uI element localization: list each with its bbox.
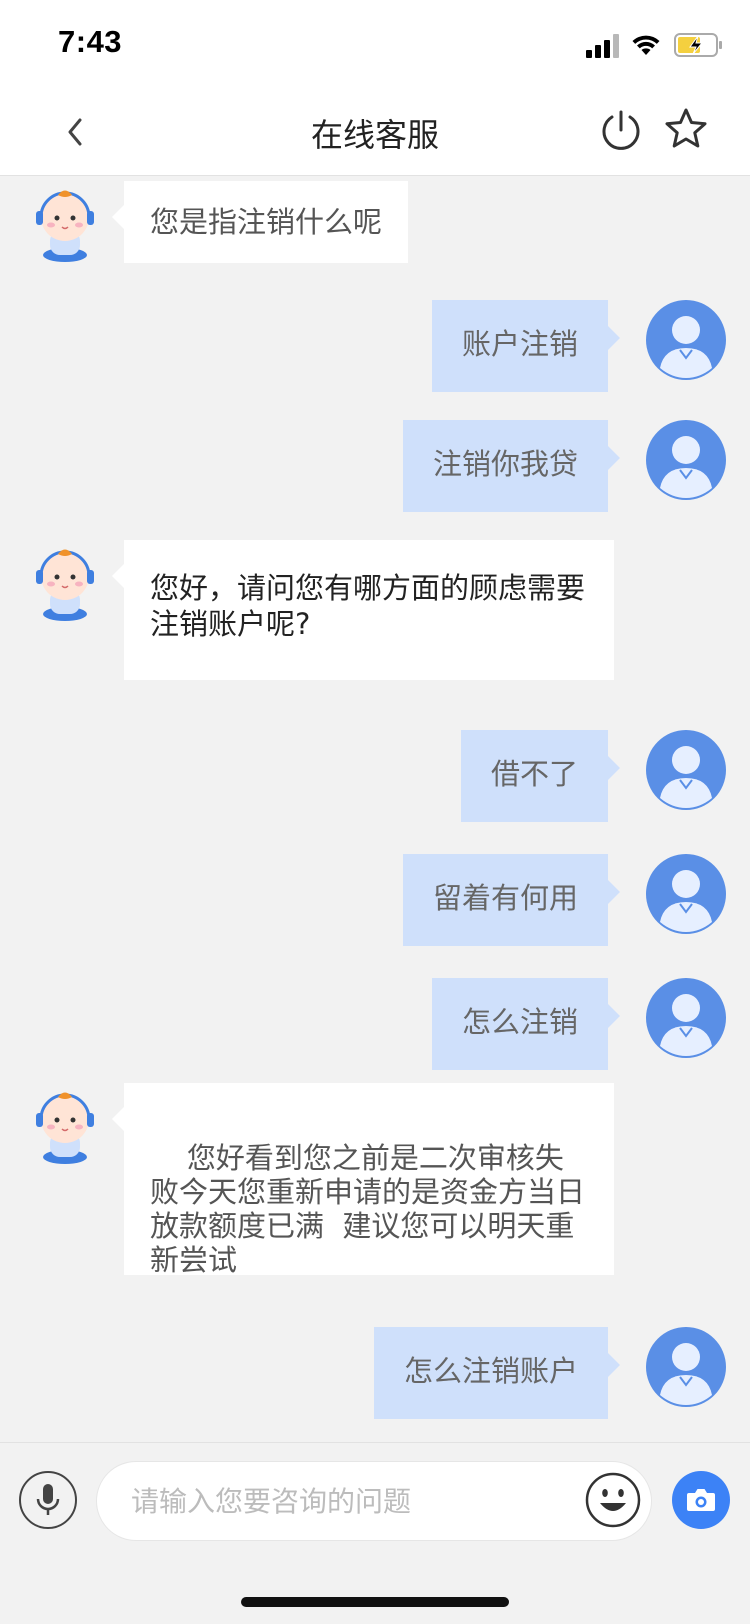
user-avatar <box>646 420 726 500</box>
message-text: 您好，请问您有哪方面的顾虑需要注销账户呢? <box>150 571 586 641</box>
message-text: 怎么注销账户 <box>403 1354 578 1388</box>
user-avatar <box>646 1327 726 1407</box>
message-text: 您好看到您之前是二次审核失败今天您重新申请的是资金方当日放款额度已满 建议您可以… <box>150 1141 586 1277</box>
home-indicator[interactable] <box>241 1597 509 1607</box>
user-avatar <box>646 854 726 934</box>
power-icon[interactable] <box>599 108 643 152</box>
bot-message-bubble: 您是指注销什么呢 <box>111 181 409 263</box>
user-avatar <box>646 978 726 1058</box>
user-message-bubble: 借不了 <box>460 730 621 822</box>
bot-avatar <box>36 549 94 621</box>
status-time: 7:43 <box>58 24 123 59</box>
star-icon[interactable] <box>663 106 709 152</box>
user-avatar <box>646 730 726 810</box>
status-bar: 7:43 <box>0 0 750 90</box>
voice-input-button[interactable] <box>19 1471 77 1529</box>
nav-bar: 在线客服 <box>0 90 750 176</box>
chat-message-list[interactable]: 您是指注销什么呢 账户注销 注销你我贷 您好，请问您有哪方面的顾虑需要注销账户呢 <box>0 177 750 1442</box>
message-text: 账户注销 <box>461 327 578 361</box>
camera-button[interactable] <box>672 1471 730 1529</box>
smiley-icon[interactable] <box>584 1471 642 1529</box>
bot-message-bubble: 您好，请问您有哪方面的顾虑需要注销账户呢? <box>112 540 614 680</box>
bot-avatar <box>36 1092 94 1164</box>
wifi-icon <box>632 35 660 55</box>
user-message-bubble: 注销你我贷 <box>402 420 621 512</box>
user-message-bubble: 怎么注销账户 <box>373 1327 621 1419</box>
user-message-bubble: 账户注销 <box>431 300 621 392</box>
camera-icon <box>687 1489 715 1511</box>
message-text: 您是指注销什么呢 <box>150 205 383 239</box>
input-bar <box>0 1442 750 1624</box>
message-text: 注销你我贷 <box>432 447 578 481</box>
message-text: 借不了 <box>490 757 578 791</box>
message-text: 留着有何用 <box>432 881 578 915</box>
cellular-signal-icon <box>586 34 619 58</box>
user-avatar <box>646 300 726 380</box>
bot-avatar <box>36 190 94 262</box>
microphone-icon <box>36 1484 60 1515</box>
battery-charging-icon <box>674 33 722 57</box>
message-input[interactable] <box>96 1461 652 1541</box>
user-message-bubble: 怎么注销 <box>431 978 621 1070</box>
bot-message-bubble: 您好看到您之前是二次审核失败今天您重新申请的是资金方当日放款额度已满 建议您可以… <box>112 1083 614 1277</box>
message-text: 怎么注销 <box>461 1005 578 1039</box>
user-message-bubble: 留着有何用 <box>402 854 621 946</box>
